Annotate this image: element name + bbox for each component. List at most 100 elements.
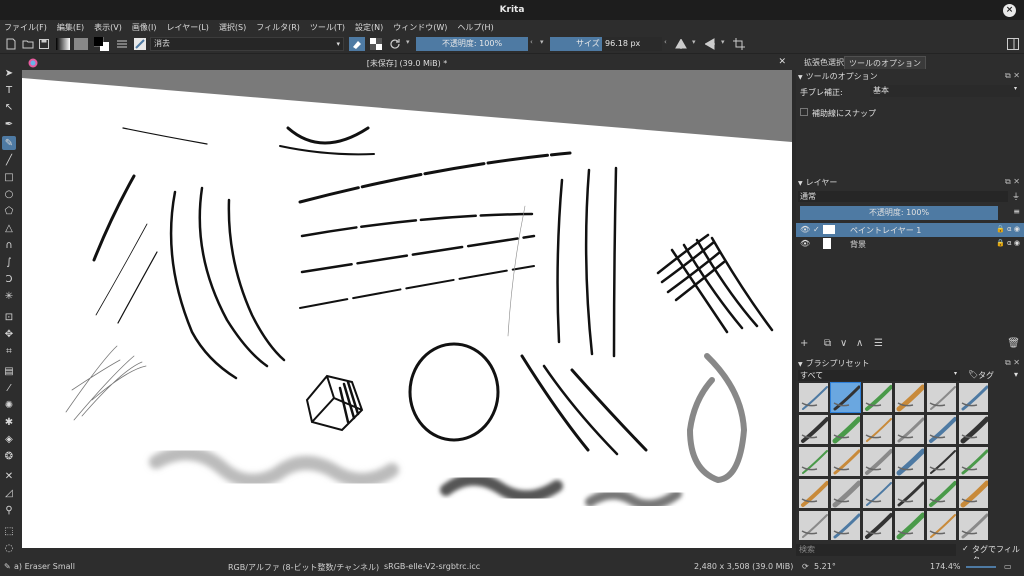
menu-file[interactable]: ファイル(F) (4, 22, 47, 33)
brush-preset-item[interactable] (958, 414, 989, 445)
menu-tools[interactable]: ツール(T) (310, 22, 345, 33)
rect-select-icon[interactable]: ⬚ (2, 524, 16, 538)
add-layer-icon[interactable]: + (800, 338, 808, 349)
brush-preset-item[interactable] (798, 446, 829, 477)
menu-select[interactable]: 選択(S) (219, 22, 246, 33)
brush-preset-item[interactable] (862, 446, 893, 477)
brush-preset-item[interactable] (958, 510, 989, 541)
panel-float-close-icon[interactable]: ⧉ ✕ (1005, 358, 1020, 368)
visibility-eye-icon[interactable]: 👁 (800, 239, 810, 248)
menu-filter[interactable]: フィルタ(R) (256, 22, 300, 33)
reference-images-icon[interactable]: ⚲ (2, 503, 16, 517)
brush-preset-item[interactable] (926, 478, 957, 509)
brush-preset-item[interactable] (958, 446, 989, 477)
checkmark-icon[interactable]: ✓ (813, 225, 820, 234)
current-brush[interactable]: a) Eraser Small (14, 562, 75, 571)
tag-icon[interactable]: 🏷 (968, 370, 978, 379)
brush-preset-item[interactable] (894, 510, 925, 541)
brush-preset-item[interactable] (958, 478, 989, 509)
calligraphy-icon[interactable]: ✒ (2, 117, 16, 131)
preset-search-input[interactable]: 検索 (796, 544, 956, 556)
opacity-slider[interactable]: 不透明度: 100% (416, 37, 528, 51)
measure-tool-icon[interactable]: ◿ (2, 486, 16, 500)
menu-window[interactable]: ウィンドウ(W) (393, 22, 447, 33)
close-window-icon[interactable]: × (1003, 4, 1016, 17)
menu-edit[interactable]: 編集(E) (57, 22, 84, 33)
layer-lock-alpha-icon[interactable]: 🔒 α ◉ (996, 239, 1020, 247)
filter-icon[interactable]: ⏚ (1012, 191, 1020, 202)
brush-preset-item[interactable] (926, 510, 957, 541)
new-document-icon[interactable] (5, 38, 17, 50)
brush-preset-item[interactable] (830, 478, 861, 509)
brush-preset-item[interactable] (926, 414, 957, 445)
fill-tool-icon[interactable]: ◈ (2, 432, 16, 446)
canvas-drawing[interactable] (22, 70, 792, 548)
tag-filter-checkbox[interactable]: ✓ (962, 544, 969, 553)
layer-opacity-slider[interactable]: 不透明度: 100% (800, 206, 998, 220)
menu-layer[interactable]: レイヤー(L) (166, 22, 208, 33)
move-tool-icon[interactable]: ✥ (2, 327, 16, 341)
freehand-path-icon[interactable]: ∫ (2, 255, 16, 269)
docker-toggle-icon[interactable] (1007, 38, 1019, 50)
brush-preset-item[interactable] (830, 382, 861, 413)
brush-preset-item[interactable] (862, 510, 893, 541)
layer-lock-alpha-icon[interactable]: 🔒 α ◉ (996, 225, 1020, 233)
size-stepper-icon[interactable]: ‹ (664, 38, 667, 52)
ellipse-tool-icon[interactable]: ○ (2, 187, 16, 201)
brush-preset-item[interactable] (830, 510, 861, 541)
close-document-icon[interactable]: ✕ (778, 57, 786, 67)
brush-preset-item[interactable] (862, 382, 893, 413)
tab-color-selector[interactable]: 拡張色選択 (800, 56, 848, 69)
fg-bg-color-icon[interactable] (94, 37, 110, 51)
gradient-tool-icon[interactable]: ▤ (2, 364, 16, 378)
zoom-slider[interactable] (966, 566, 996, 568)
canvas-rotation[interactable]: 5.21° (814, 562, 836, 571)
size-slider[interactable]: サイズ 96.18 px (550, 37, 662, 51)
brush-preset-item[interactable] (958, 382, 989, 413)
dynamic-brush-icon[interactable]: Ↄ (2, 272, 16, 286)
brush-preset-item[interactable] (894, 414, 925, 445)
brush-preset-item[interactable] (798, 382, 829, 413)
tab-tool-options[interactable]: ツールのオプション (844, 56, 926, 69)
mirror-horizontal-icon[interactable] (675, 38, 687, 50)
rectangle-tool-icon[interactable]: □ (2, 170, 16, 184)
brush-preset-item[interactable] (894, 478, 925, 509)
bezier-tool-icon[interactable]: ∩ (2, 238, 16, 252)
smoothing-select[interactable]: 基本 ▾ (870, 85, 1020, 97)
select-shapes-icon[interactable]: ➤ (2, 66, 16, 80)
colorize-mask-icon[interactable]: ✱ (2, 415, 16, 429)
reload-preset-icon[interactable] (389, 38, 401, 50)
text-tool-icon[interactable]: T (2, 83, 16, 97)
brush-preset-item[interactable] (894, 446, 925, 477)
multibrush-icon[interactable]: ✳ (2, 289, 16, 303)
gradient-swatch-icon[interactable] (56, 38, 70, 50)
preserve-alpha-icon[interactable] (370, 38, 382, 50)
delete-layer-icon[interactable]: 🗑 (1007, 338, 1020, 349)
panel-float-close-icon[interactable]: ⧉ ✕ (1005, 177, 1020, 187)
color-picker-icon[interactable]: ⁄ (2, 381, 16, 395)
mirror-vertical-icon[interactable] (704, 38, 716, 50)
brush-preset-item[interactable] (862, 414, 893, 445)
wrap-around-icon[interactable] (733, 38, 745, 50)
panel-float-close-icon[interactable]: ⧉ ✕ (1005, 71, 1020, 81)
freehand-brush-icon[interactable]: ✎ (2, 136, 16, 150)
brush-preset-item[interactable] (798, 510, 829, 541)
brush-preset-item[interactable] (894, 382, 925, 413)
brush-preset-item[interactable] (830, 414, 861, 445)
move-up-icon[interactable]: ∧ (856, 338, 863, 349)
layer-blend-select[interactable]: 通常 (798, 191, 1008, 202)
brush-preset-icon[interactable] (134, 38, 146, 50)
enclose-fill-icon[interactable]: ❂ (2, 449, 16, 463)
polyline-tool-icon[interactable]: △ (2, 221, 16, 235)
horizontal-scrollbar[interactable] (22, 548, 792, 554)
brush-settings-icon[interactable] (116, 38, 128, 50)
brush-preset-item[interactable] (862, 478, 893, 509)
brush-preset-item[interactable] (798, 478, 829, 509)
chevron-down-icon[interactable]: ▾ (721, 38, 725, 52)
chevron-down-icon[interactable]: ▾ (1014, 370, 1018, 379)
edit-shapes-icon[interactable]: ↖ (2, 100, 16, 114)
snap-checkbox[interactable] (800, 108, 808, 116)
brush-preset-item[interactable] (798, 414, 829, 445)
layer-row-background[interactable]: 👁 背景 🔒 α ◉ (796, 237, 1024, 251)
line-tool-icon[interactable]: ╱ (2, 153, 16, 167)
